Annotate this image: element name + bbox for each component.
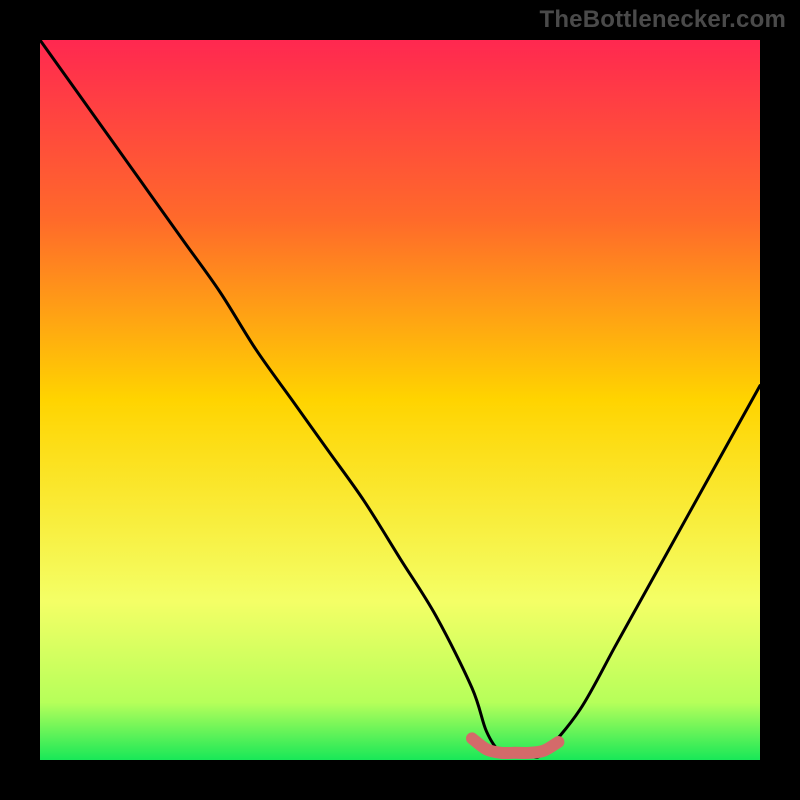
chart-frame: TheBottlenecker.com <box>0 0 800 800</box>
bottleneck-chart <box>40 40 760 760</box>
watermark-text: TheBottlenecker.com <box>539 6 786 34</box>
gradient-background <box>40 40 760 760</box>
